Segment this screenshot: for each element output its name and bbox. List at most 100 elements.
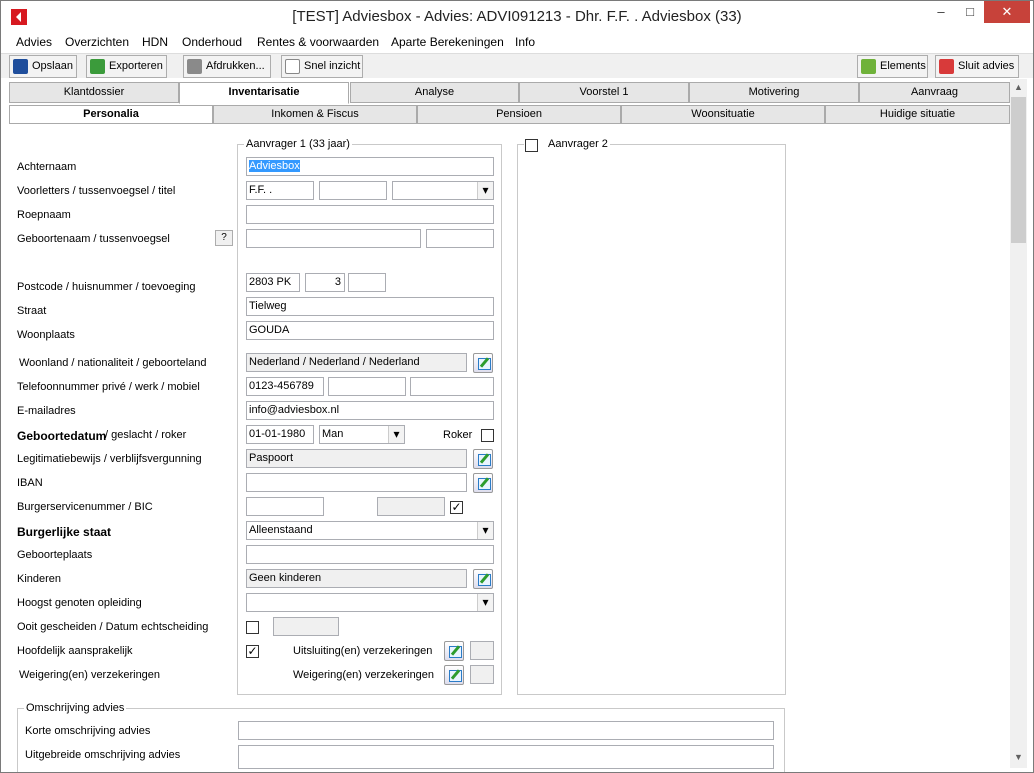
woonplaats-input[interactable]: GOUDA [246,321,494,340]
weigering-left-label: Weigering(en) verzekeringen [19,669,161,681]
maximize-button[interactable]: □ [956,1,984,23]
datum-echtscheiding-input[interactable] [273,617,339,636]
kinderen-label: Kinderen [17,573,62,585]
huisnummer-input[interactable]: 3 [305,273,345,292]
aanvrager-2-group: Aanvrager 2 [517,138,786,695]
exporteren-button[interactable]: Exporteren [86,55,167,78]
aanvrager-1-caption: Aanvrager 1 (33 jaar) [244,138,352,150]
toevoeging-input[interactable] [348,273,386,292]
help-button[interactable]: ? [215,230,233,246]
tab-motivering[interactable]: Motivering [689,82,859,103]
omschrijving-advies-caption: Omschrijving advies [24,702,127,714]
tab-aanvraag[interactable]: Aanvraag [859,82,1010,103]
scroll-down-icon[interactable]: ▼ [1010,749,1027,766]
voorletters-label: Voorletters / tussenvoegsel / titel [17,185,176,197]
uitsluiting-indicator [470,641,494,660]
email-label: E-mailadres [17,405,76,417]
tab-woonsituatie[interactable]: Woonsituatie [621,105,825,124]
titel-select[interactable] [392,181,494,200]
geboorteplaats-input[interactable] [246,545,494,564]
scrollbar-thumb[interactable] [1011,97,1026,243]
menu-rentes[interactable]: Rentes & voorwaarden [257,35,379,49]
tab-pensioen[interactable]: Pensioen [417,105,621,124]
telefoon-mobiel-input[interactable] [410,377,494,396]
elements-label: Elements [880,60,926,72]
geslacht-select[interactable]: Man [319,425,405,444]
achternaam-input[interactable]: Adviesbox [246,157,494,176]
korte-omschrijving-label: Korte omschrijving advies [25,725,151,737]
tab-voorstel-1[interactable]: Voorstel 1 [519,82,689,103]
postcode-input[interactable]: 2803 PK [246,273,300,292]
opleiding-label: Hoogst genoten opleiding [17,597,142,609]
menu-advies[interactable]: Advies [16,35,52,49]
bic-checkbox[interactable]: ✓ [450,501,463,514]
aanvrager-2-checkbox[interactable] [525,139,538,152]
sluit-advies-label: Sluit advies [958,60,1015,72]
menu-overzichten[interactable]: Overzichten [65,35,129,49]
bsn-input[interactable] [246,497,324,516]
title-bar: [TEST] Adviesbox - Advies: ADVI091213 - … [1,1,1033,31]
geboortenaam-tussenvoegsel-input[interactable] [426,229,494,248]
scroll-up-icon[interactable]: ▲ [1010,79,1027,96]
roker-label: Roker [443,429,473,441]
sluit-advies-button[interactable]: Sluit advies [935,55,1019,78]
gescheiden-checkbox[interactable] [246,621,259,634]
close-icon [939,59,954,74]
geboortenaam-input[interactable] [246,229,421,248]
opslaan-button[interactable]: Opslaan [9,55,77,78]
tab-inkomen-fiscus[interactable]: Inkomen & Fiscus [213,105,417,124]
roepnaam-label: Roepnaam [17,209,71,221]
snel-inzicht-button[interactable]: Snel inzicht [281,55,363,78]
email-input[interactable]: info@adviesbox.nl [246,401,494,420]
export-icon [90,59,105,74]
printer-icon [187,59,202,74]
roker-checkbox[interactable] [481,429,494,442]
uitgebreide-omschrijving-input[interactable] [238,745,774,769]
tussenvoegsel-input[interactable] [319,181,387,200]
kinderen-edit-icon[interactable] [473,569,493,589]
woonland-input[interactable]: Nederland / Nederland / Nederland [246,353,467,372]
minimize-button[interactable]: – [927,1,955,23]
woonland-edit-icon[interactable] [473,353,493,373]
hoofdelijk-checkbox[interactable]: ✓ [246,645,259,658]
geslacht-roker-label: / geslacht / roker [105,429,187,441]
uitgebreide-omschrijving-label: Uitgebreide omschrijving advies [25,749,181,761]
document-icon [285,59,300,74]
burgerlijke-staat-select[interactable]: Alleenstaand [246,521,494,540]
iban-edit-icon[interactable] [473,473,493,493]
window-title: [TEST] Adviesbox - Advies: ADVI091213 - … [292,8,742,25]
korte-omschrijving-input[interactable] [238,721,774,740]
legitimatie-label: Legitimatiebewijs / verblijfsvergunning [17,453,202,465]
menu-aparte-berekeningen[interactable]: Aparte Berekeningen [391,35,504,49]
tab-huidige-situatie[interactable]: Huidige situatie [825,105,1010,124]
exporteren-label: Exporteren [109,60,163,72]
menu-info[interactable]: Info [515,35,535,49]
voorletters-input[interactable]: F.F. . [246,181,314,200]
elements-button[interactable]: Elements [857,55,928,78]
tab-analyse[interactable]: Analyse [350,82,519,103]
geboortedatum-input[interactable]: 01-01-1980 [246,425,314,444]
tab-klantdossier[interactable]: Klantdossier [9,82,179,103]
straat-input[interactable]: Tielweg [246,297,494,316]
geboorteplaats-label: Geboorteplaats [17,549,93,561]
legitimatie-edit-icon[interactable] [473,449,493,469]
telefoon-prive-input[interactable]: 0123-456789 [246,377,324,396]
save-icon [13,59,28,74]
menu-onderhoud[interactable]: Onderhoud [182,35,242,49]
menu-hdn[interactable]: HDN [142,35,168,49]
tab-inventarisatie[interactable]: Inventarisatie [179,82,349,104]
afdrukken-button[interactable]: Afdrukken... [183,55,271,78]
legitimatie-input[interactable]: Paspoort [246,449,467,468]
kinderen-input[interactable]: Geen kinderen [246,569,467,588]
opleiding-select[interactable] [246,593,494,612]
roepnaam-input[interactable] [246,205,494,224]
woonplaats-label: Woonplaats [17,329,75,341]
uitsluiting-edit-icon[interactable] [444,641,464,661]
iban-input[interactable] [246,473,467,492]
telefoon-werk-input[interactable] [328,377,406,396]
tab-personalia[interactable]: Personalia [9,105,213,124]
achternaam-value: Adviesbox [249,160,300,172]
weigering-edit-icon[interactable] [444,665,464,685]
bic-input[interactable] [377,497,445,516]
close-button[interactable]: ✕ [984,1,1030,23]
